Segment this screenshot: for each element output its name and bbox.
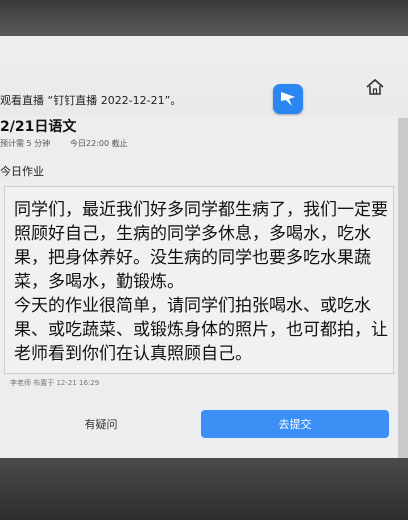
tablet-bezel-bottom	[0, 458, 408, 520]
live-banner[interactable]: 观看直播 “钉钉直播 2022-12-21”。	[0, 92, 181, 108]
ask-question-button[interactable]: 有疑问	[6, 410, 196, 438]
tablet-screen: 观看直播 “钉钉直播 2022-12-21”。 2/21日语文 预计需 5 分钟…	[0, 0, 408, 458]
assignment-title: 2/21日语文	[0, 119, 77, 135]
screen-bezel-top	[0, 0, 408, 36]
section-title: 今日作业	[0, 165, 44, 178]
photo-frame: 观看直播 “钉钉直播 2022-12-21”。 2/21日语文 预计需 5 分钟…	[0, 0, 408, 520]
home-icon[interactable]	[364, 76, 386, 98]
assignment-body: 同学们，最近我们好多同学都生病了，我们一定要照顾好自己，生病的同学多休息，多喝水…	[14, 198, 388, 366]
assignment-paragraph: 同学们，最近我们好多同学都生病了，我们一定要照顾好自己，生病的同学多休息，多喝水…	[14, 200, 388, 292]
publisher-info: 李老师 布置于 12-21 16:29	[10, 379, 100, 387]
deadline: 今日22:00 截止	[70, 139, 128, 148]
dingtalk-logo-icon	[273, 84, 303, 114]
time-estimate: 预计需 5 分钟	[0, 139, 51, 148]
assignment-paragraph: 今天的作业很简单，请同学们拍张喝水、或吃水果、或吃蔬菜、或锻炼身体的照片，也可都…	[14, 296, 388, 364]
submit-button[interactable]: 去提交	[201, 410, 389, 438]
